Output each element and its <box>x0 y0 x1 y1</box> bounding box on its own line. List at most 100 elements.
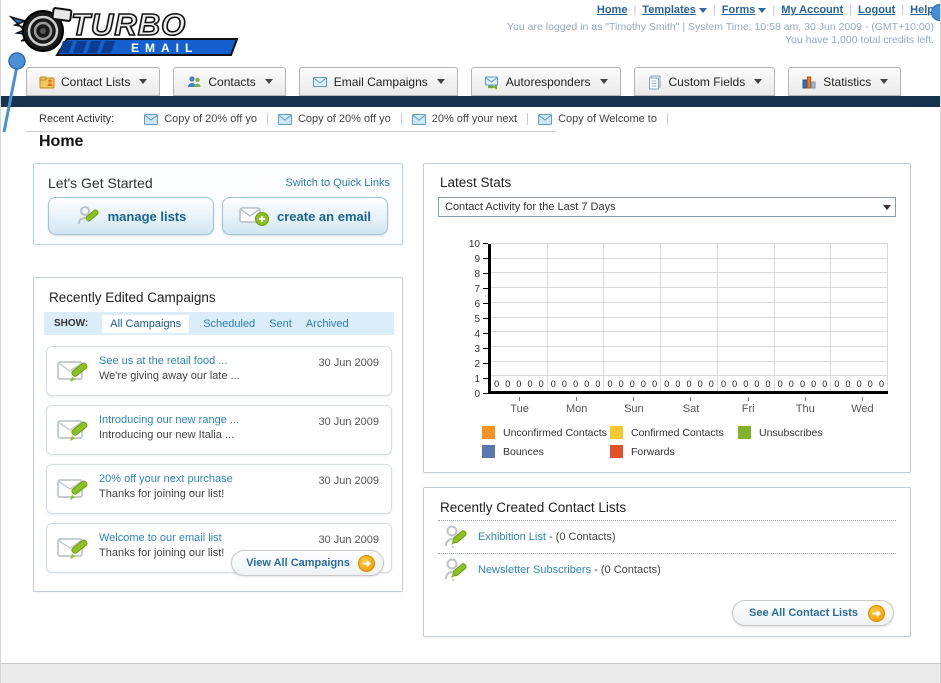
nav-link-home[interactable]: Home <box>597 4 628 16</box>
arrow-right-icon: ➜ <box>358 554 375 572</box>
footer-strip <box>1 663 940 683</box>
divider <box>26 131 556 132</box>
nav-link-my-account[interactable]: My Account <box>781 4 843 16</box>
chevron-down-icon <box>883 205 891 210</box>
campaign-title-link[interactable]: Introducing our new range ... <box>99 414 239 426</box>
chevron-down-icon <box>698 7 707 13</box>
person-pencil-icon <box>445 525 467 548</box>
tab-label: Contacts <box>208 74 256 89</box>
y-tick-label: 4 <box>474 329 480 340</box>
campaign-card[interactable]: See us at the retail food ... We're givi… <box>46 346 392 396</box>
contact-lists-title: Recently Created Contact Lists <box>440 500 627 515</box>
tab-contacts[interactable]: Contacts <box>173 67 286 96</box>
gridline <box>491 301 888 303</box>
login-status-text: You are logged in as "Timothy Smith" | S… <box>507 21 934 33</box>
button-label: View All Campaigns <box>246 557 350 569</box>
campaign-date: 30 Jun 2009 <box>318 416 379 428</box>
campaign-list: See us at the retail food ... We're givi… <box>46 346 392 582</box>
data-value-labels: 00000 <box>607 379 658 389</box>
legend-label: Unconfirmed Contacts <box>503 426 607 439</box>
nav-link-forms[interactable]: Forms <box>722 4 756 16</box>
campaigns-title: Recently Edited Campaigns <box>49 290 216 305</box>
see-all-contact-lists-button[interactable]: See All Contact Lists ➜ <box>731 600 894 626</box>
filter-all-campaigns[interactable]: All Campaigns <box>102 314 190 333</box>
person-pencil-icon <box>77 206 99 225</box>
filter-sent[interactable]: Sent <box>269 318 292 330</box>
navy-divider-bar <box>1 96 940 107</box>
campaign-card[interactable]: Introducing our new range ... Introducin… <box>46 405 392 455</box>
tab-autoresponders[interactable]: Autoresponders <box>470 67 621 96</box>
campaigns-filter-bar: SHOW: All Campaigns Scheduled Sent Archi… <box>44 312 394 335</box>
recent-activity-item[interactable]: Copy of 20% off yo <box>134 113 268 125</box>
campaign-title-link[interactable]: See us at the retail food ... <box>99 355 240 367</box>
tab-custom-fields[interactable]: Custom Fields <box>633 67 776 96</box>
x-tick-label: Thu <box>795 403 815 415</box>
get-started-panel: Let's Get Started Switch to Quick Links … <box>33 163 403 245</box>
campaign-title-link[interactable]: Welcome to our email list <box>99 532 224 544</box>
data-value-labels: 00000 <box>720 379 771 389</box>
person-pencil-icon <box>445 558 467 581</box>
campaign-card[interactable]: 20% off your next purchase Thanks for jo… <box>46 464 392 514</box>
data-value-labels: 00000 <box>834 379 884 389</box>
gridline <box>491 272 888 274</box>
get-started-title: Let's Get Started <box>48 175 153 191</box>
nav-link-logout[interactable]: Logout <box>858 4 895 16</box>
y-tick-label: 2 <box>474 359 480 370</box>
chevron-down-icon <box>139 79 148 84</box>
legend-item: Bounces <box>482 445 610 458</box>
create-email-button[interactable]: create an email <box>222 197 388 235</box>
autoresponders-icon <box>484 76 498 89</box>
legend-swatch <box>610 445 623 458</box>
data-value-labels: 00000 <box>494 379 544 389</box>
legend-label: Forwards <box>631 445 675 458</box>
y-tick-label: 6 <box>474 299 480 310</box>
x-tick-cell: Sat <box>662 397 719 415</box>
recent-activity-item[interactable]: Copy of Welcome to <box>528 113 668 125</box>
contact-list-count: - (0 Contacts) <box>594 564 661 576</box>
chevron-down-icon <box>264 79 273 84</box>
x-tick-label: Tue <box>510 403 529 415</box>
legend-item: Forwards <box>610 445 738 458</box>
tab-contact-lists[interactable]: Contact Lists <box>26 67 161 96</box>
stats-period-select[interactable]: Contact Activity for the Last 7 Days <box>438 197 896 217</box>
contact-list-link[interactable]: Exhibition List <box>478 531 546 543</box>
legend-swatch <box>482 445 495 458</box>
legend-item: Unsubscribes <box>738 426 866 439</box>
gridline <box>491 360 888 362</box>
recent-activity-item[interactable]: Copy of 20% off yo <box>268 113 402 125</box>
nav-link-templates[interactable]: Templates <box>642 4 696 16</box>
tab-statistics[interactable]: Statistics <box>788 67 902 96</box>
envelope-edit-icon <box>57 538 88 559</box>
tab-email-campaigns[interactable]: Email Campaigns <box>298 67 458 96</box>
legend-swatch <box>738 426 751 439</box>
contact-activity-chart: 0 1 2 3 4 5 6 7 8 9 10 000000000000000000000000000… <box>462 239 890 429</box>
view-all-campaigns-button[interactable]: View All Campaigns ➜ <box>231 550 384 576</box>
x-tick-label: Mon <box>566 403 588 415</box>
select-value: Contact Activity for the Last 7 Days <box>445 201 616 213</box>
campaign-date: 30 Jun 2009 <box>318 357 379 369</box>
contact-list-item[interactable]: Newsletter Subscribers - (0 Contacts) <box>438 554 896 586</box>
x-tick-cell: Sun <box>605 397 662 415</box>
manage-lists-button[interactable]: manage lists <box>48 197 214 235</box>
contact-list-link[interactable]: Newsletter Subscribers <box>478 564 591 576</box>
switch-quick-links-link[interactable]: Switch to Quick Links <box>285 177 390 189</box>
tab-label: Autoresponders <box>505 74 591 89</box>
campaign-title-link[interactable]: 20% off your next purchase <box>99 473 233 485</box>
campaign-subtitle: Thanks for joining our list! <box>99 547 225 559</box>
envelope-edit-icon <box>57 420 88 441</box>
button-label: create an email <box>277 208 371 224</box>
logo-word-turbo: TURBO <box>71 7 186 42</box>
y-tick-label: 7 <box>474 284 480 295</box>
recent-activity-label: Recent Activity: <box>39 113 115 125</box>
filter-scheduled[interactable]: Scheduled <box>203 318 255 330</box>
filter-archived[interactable]: Archived <box>306 318 349 330</box>
gridline <box>491 243 888 244</box>
gridline <box>491 331 888 333</box>
campaign-subtitle: Thanks for joining our list! <box>99 488 225 500</box>
latest-stats-title: Latest Stats <box>440 175 512 190</box>
recent-activity-item[interactable]: 20% off your next <box>402 113 529 125</box>
arrow-right-icon: ➜ <box>868 604 885 622</box>
x-tick-cell: Fri <box>720 397 777 415</box>
contact-list-item[interactable]: Exhibition List - (0 Contacts) <box>438 521 896 553</box>
x-tick-label: Sat <box>682 403 700 415</box>
